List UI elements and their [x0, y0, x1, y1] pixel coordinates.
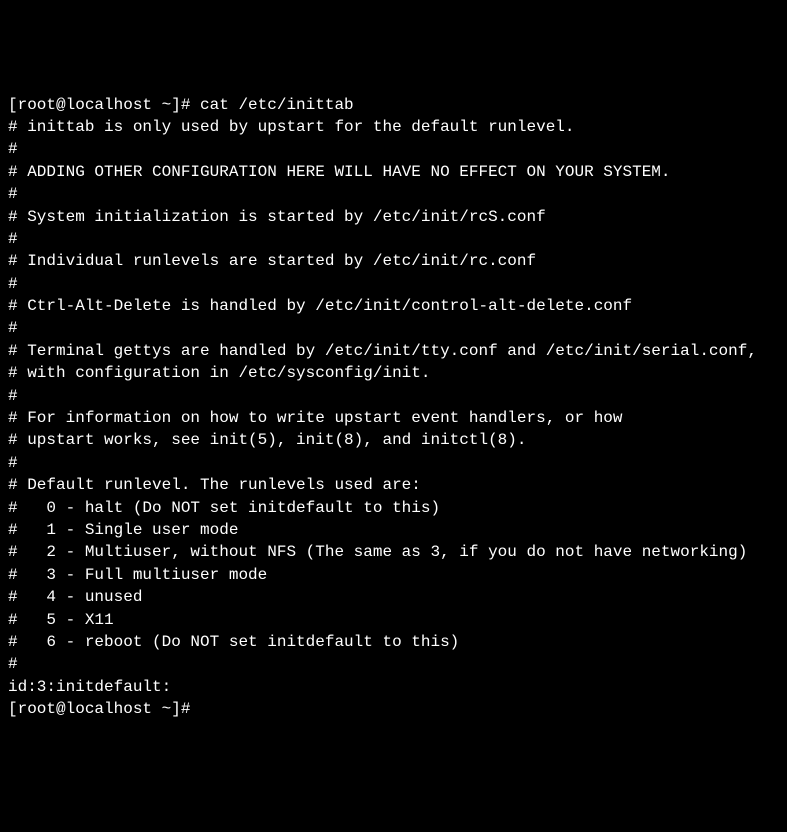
terminal-line: # 6 - reboot (Do NOT set initdefault to … [8, 631, 779, 653]
terminal-line: # [8, 317, 779, 339]
terminal-line: # [8, 452, 779, 474]
terminal-line: # [8, 385, 779, 407]
terminal-line: # with configuration in /etc/sysconfig/i… [8, 362, 779, 384]
terminal-line: # 4 - unused [8, 586, 779, 608]
terminal-line: # [8, 653, 779, 675]
terminal-line: # [8, 273, 779, 295]
terminal-line: # For information on how to write upstar… [8, 407, 779, 429]
terminal-line: # Individual runlevels are started by /e… [8, 250, 779, 272]
terminal-prompt[interactable]: [root@localhost ~]# [8, 698, 779, 720]
terminal-line: # 1 - Single user mode [8, 519, 779, 541]
terminal-line: # ADDING OTHER CONFIGURATION HERE WILL H… [8, 161, 779, 183]
terminal-line: # [8, 138, 779, 160]
terminal-line: # 0 - halt (Do NOT set initdefault to th… [8, 497, 779, 519]
terminal-line: # Default runlevel. The runlevels used a… [8, 474, 779, 496]
terminal-line: # System initialization is started by /e… [8, 206, 779, 228]
terminal-line: id:3:initdefault: [8, 676, 779, 698]
terminal-line: # 5 - X11 [8, 609, 779, 631]
terminal-line: # Terminal gettys are handled by /etc/in… [8, 340, 779, 362]
terminal-line: # inittab is only used by upstart for th… [8, 116, 779, 138]
terminal-line: [root@localhost ~]# cat /etc/inittab [8, 94, 779, 116]
terminal-line: # Ctrl-Alt-Delete is handled by /etc/ini… [8, 295, 779, 317]
terminal-line: # upstart works, see init(5), init(8), a… [8, 429, 779, 451]
terminal-line: # 2 - Multiuser, without NFS (The same a… [8, 541, 779, 563]
terminal-output[interactable]: [root@localhost ~]# cat /etc/inittab# in… [8, 94, 779, 721]
terminal-line: # 3 - Full multiuser mode [8, 564, 779, 586]
terminal-line: # [8, 228, 779, 250]
terminal-line: # [8, 183, 779, 205]
